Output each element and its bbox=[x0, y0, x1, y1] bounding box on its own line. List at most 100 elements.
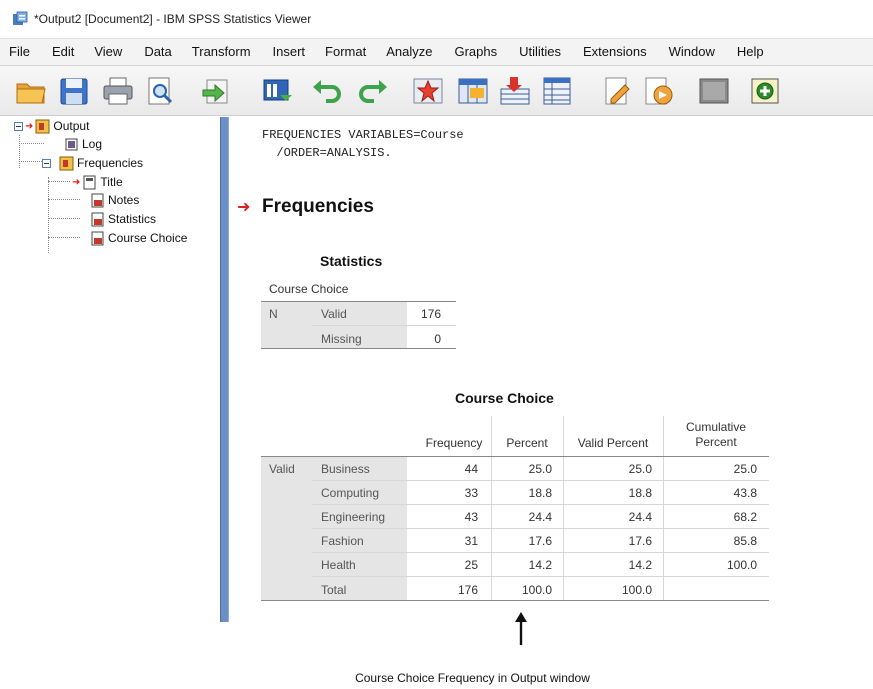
print-preview-icon[interactable] bbox=[143, 75, 177, 107]
outline-label-notes: Notes bbox=[108, 193, 140, 207]
promote-icon[interactable] bbox=[641, 75, 675, 107]
undo-icon[interactable] bbox=[310, 75, 344, 107]
window-title: *Output2 [Document2] - IBM SPSS Statisti… bbox=[34, 12, 312, 26]
row-frequency: 176 bbox=[457, 583, 478, 597]
menu-view[interactable]: View bbox=[86, 38, 130, 66]
row-percent: 100.0 bbox=[521, 583, 552, 597]
outline-node-notes[interactable]: Notes bbox=[90, 191, 139, 209]
row-cumulative-percent: 43.8 bbox=[733, 486, 757, 500]
statistics-valid-value: 176 bbox=[420, 307, 441, 321]
row-valid-percent: 17.6 bbox=[628, 534, 652, 548]
collapse-icon[interactable] bbox=[42, 158, 51, 168]
row-valid-percent: 14.2 bbox=[628, 558, 652, 572]
frequencies-book-icon bbox=[59, 156, 74, 170]
col-header-percent: Percent bbox=[506, 436, 548, 450]
row-percent: 25.0 bbox=[528, 462, 552, 476]
row-label: Fashion bbox=[321, 534, 364, 548]
row-percent: 24.4 bbox=[528, 510, 552, 524]
row-valid-percent: 24.4 bbox=[628, 510, 652, 524]
menu-window[interactable]: Window bbox=[661, 38, 723, 66]
toolbar bbox=[0, 66, 873, 116]
course-group-valid-label: Valid bbox=[269, 462, 295, 476]
col-header-cumulative-line2: Percent bbox=[695, 435, 737, 449]
outline-node-output[interactable]: ➜ Output bbox=[14, 117, 89, 135]
statistics-n-label: N bbox=[269, 307, 278, 321]
col-header-valid-percent: Valid Percent bbox=[577, 436, 649, 450]
save-icon[interactable] bbox=[57, 75, 91, 107]
notes-icon bbox=[91, 193, 104, 207]
row-frequency: 43 bbox=[464, 510, 478, 524]
log-icon bbox=[65, 138, 78, 150]
variables-icon[interactable] bbox=[541, 75, 575, 107]
outline-label-course-choice: Course Choice bbox=[108, 231, 188, 245]
syntax-line-2: /ORDER=ANALYSIS. bbox=[262, 146, 392, 160]
collapse-icon[interactable] bbox=[14, 121, 23, 131]
current-item-arrow-icon: ➜ bbox=[72, 176, 81, 188]
export-icon[interactable] bbox=[199, 75, 233, 107]
menu-format[interactable]: Format bbox=[317, 38, 374, 66]
menu-extensions[interactable]: Extensions bbox=[575, 38, 655, 66]
row-cumulative-percent: 100.0 bbox=[726, 558, 757, 572]
row-label: Business bbox=[321, 462, 370, 476]
row-frequency: 44 bbox=[464, 462, 478, 476]
menu-bar: File Edit View Data Transform Insert For… bbox=[0, 38, 873, 66]
row-valid-percent: 18.8 bbox=[628, 486, 652, 500]
statistics-missing-label: Missing bbox=[321, 332, 362, 346]
row-valid-percent: 25.0 bbox=[628, 462, 652, 476]
menu-insert[interactable]: Insert bbox=[265, 38, 314, 66]
outline-label-frequencies: Frequencies bbox=[77, 156, 144, 170]
row-percent: 18.8 bbox=[528, 486, 552, 500]
statistics-valid-label: Valid bbox=[321, 307, 347, 321]
row-percent: 17.6 bbox=[528, 534, 552, 548]
row-label: Engineering bbox=[321, 510, 386, 524]
menu-data[interactable]: Data bbox=[136, 38, 179, 66]
print-icon[interactable] bbox=[101, 75, 135, 107]
col-header-cumulative-line1: Cumulative bbox=[685, 420, 747, 434]
goto-variable-icon[interactable] bbox=[456, 75, 490, 107]
current-output-arrow-icon: ➜ bbox=[237, 199, 251, 216]
title-icon bbox=[83, 175, 96, 189]
outline-node-statistics[interactable]: Statistics bbox=[90, 210, 156, 228]
table-icon bbox=[91, 231, 104, 245]
frequencies-heading: Frequencies bbox=[262, 196, 374, 217]
designate-window-icon[interactable] bbox=[601, 75, 635, 107]
menu-help[interactable]: Help bbox=[729, 38, 772, 66]
row-cumulative-percent: 85.8 bbox=[733, 534, 757, 548]
row-label: Computing bbox=[321, 486, 380, 500]
menu-edit[interactable]: Edit bbox=[44, 38, 82, 66]
row-percent: 14.2 bbox=[528, 558, 552, 572]
row-cumulative-percent: 68.2 bbox=[733, 510, 757, 524]
demote-icon[interactable] bbox=[697, 75, 731, 107]
show-all-icon[interactable] bbox=[748, 75, 782, 107]
row-frequency: 33 bbox=[464, 486, 478, 500]
row-label: Health bbox=[321, 558, 356, 572]
goto-case-icon[interactable] bbox=[411, 75, 445, 107]
outline-node-log[interactable]: Log bbox=[64, 135, 102, 153]
menu-analyze[interactable]: Analyze bbox=[378, 38, 440, 66]
pane-splitter[interactable] bbox=[220, 117, 229, 622]
menu-utilities[interactable]: Utilities bbox=[511, 38, 569, 66]
syntax-line-1: FREQUENCIES VARIABLES=Course bbox=[262, 128, 464, 142]
col-header-cumulative-percent: Cumulative Percent bbox=[664, 420, 768, 450]
redo-icon[interactable] bbox=[356, 75, 390, 107]
row-valid-percent: 100.0 bbox=[621, 583, 652, 597]
outline-label-statistics: Statistics bbox=[108, 212, 157, 226]
menu-graphs[interactable]: Graphs bbox=[446, 38, 505, 66]
current-item-arrow-icon: ➜ bbox=[25, 120, 34, 132]
outline-node-title[interactable]: ➜ Title bbox=[72, 173, 123, 191]
menu-transform[interactable]: Transform bbox=[184, 38, 259, 66]
select-cases-icon[interactable] bbox=[498, 75, 532, 107]
outline-node-course-choice[interactable]: Course Choice bbox=[90, 229, 187, 247]
title-bar: *Output2 [Document2] - IBM SPSS Statisti… bbox=[0, 0, 873, 38]
recall-dialog-icon[interactable] bbox=[260, 75, 294, 107]
output-book-icon bbox=[35, 119, 50, 133]
col-header-frequency: Frequency bbox=[425, 436, 483, 450]
outline-label-output: Output bbox=[53, 119, 90, 133]
figure-caption: Course Choice Frequency in Output window bbox=[0, 671, 873, 685]
outline-node-frequencies[interactable]: Frequencies bbox=[42, 154, 143, 172]
menu-file[interactable]: File bbox=[0, 38, 38, 66]
spss-app-icon bbox=[13, 11, 28, 25]
statistics-table-title: Statistics bbox=[320, 253, 383, 269]
open-folder-icon[interactable] bbox=[14, 75, 48, 107]
syntax-log: FREQUENCIES VARIABLES=Course /ORDER=ANAL… bbox=[262, 126, 464, 162]
